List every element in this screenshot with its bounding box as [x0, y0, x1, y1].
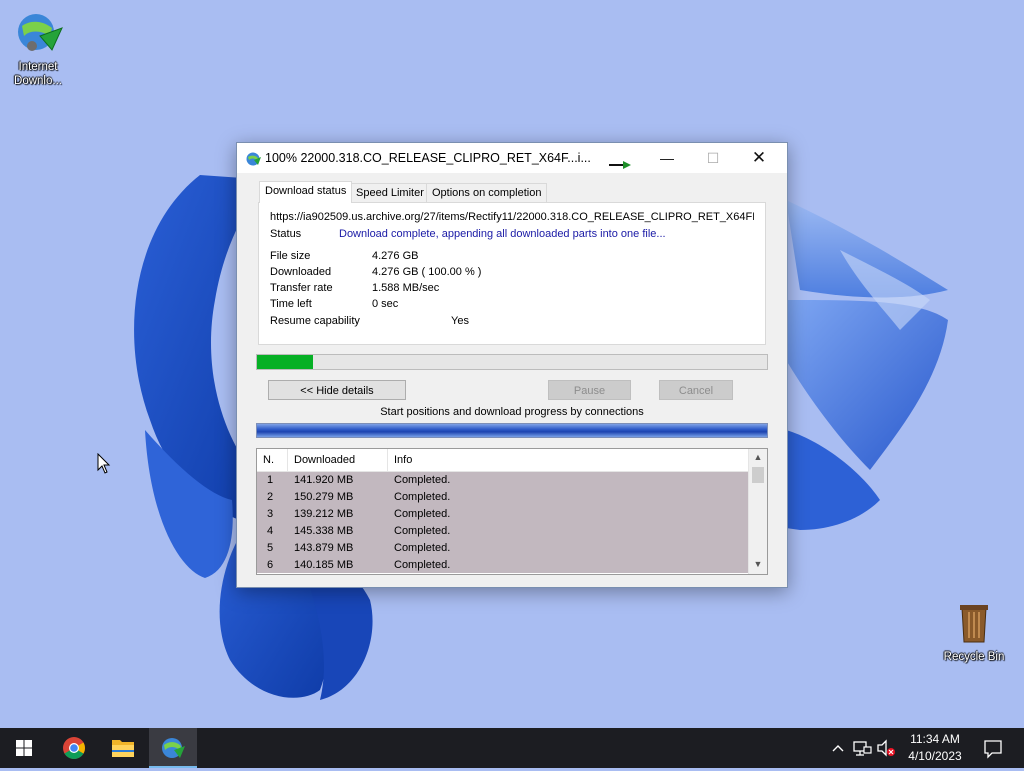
network-icon — [853, 741, 872, 756]
list-item[interactable]: 1 141.920 MB Completed. — [257, 472, 748, 489]
close-button[interactable]: ✕ — [736, 143, 782, 173]
download-status-panel: https://ia902509.us.archive.org/27/items… — [258, 202, 766, 345]
taskbar-file-explorer[interactable] — [99, 728, 147, 768]
taskbar-chrome[interactable] — [50, 728, 98, 768]
list-item-info: Completed. — [394, 525, 451, 537]
progress-fill — [257, 355, 314, 369]
list-item-number: 1 — [267, 474, 274, 486]
status-label: Status — [270, 228, 302, 240]
file-size-label: File size — [270, 250, 311, 262]
list-item-number: 5 — [267, 542, 274, 554]
desktop-icon-label: Downlo... — [14, 75, 62, 87]
list-item-downloaded: 140.185 MB — [294, 559, 354, 571]
list-item-number: 2 — [267, 491, 274, 503]
resume-capability-value: Yes — [451, 315, 469, 327]
list-item[interactable]: 2 150.279 MB Completed. — [257, 489, 748, 506]
taskbar-clock[interactable]: 11:34 AM 4/10/2023 — [900, 728, 970, 771]
resume-capability-label: Resume capability — [270, 315, 360, 327]
column-header-downloaded[interactable]: Downloaded — [288, 449, 388, 471]
show-hidden-icons-button[interactable] — [828, 728, 848, 768]
list-item[interactable]: 6 140.185 MB Completed. — [257, 557, 748, 574]
list-item-info: Completed. — [394, 542, 451, 554]
vertical-scrollbar[interactable]: ▲ ▼ — [748, 449, 767, 574]
list-item-info: Completed. — [394, 508, 451, 520]
windows-logo-icon — [16, 740, 32, 756]
cancel-button[interactable]: Cancel — [659, 380, 733, 400]
download-progress-window: 100% 22000.318.CO_RELEASE_CLIPRO_RET_X64… — [236, 142, 788, 588]
status-value: Download complete, appending all downloa… — [339, 228, 666, 240]
start-button[interactable] — [0, 728, 48, 768]
list-item-downloaded: 145.338 MB — [294, 525, 354, 537]
download-url: https://ia902509.us.archive.org/27/items… — [270, 211, 754, 223]
downloaded-label: Downloaded — [270, 266, 332, 278]
tab-options-on-completion[interactable]: Options on completion — [426, 183, 548, 203]
desktop-icon-label: Recycle Bin — [943, 651, 1005, 663]
scroll-down-icon[interactable]: ▼ — [749, 556, 767, 573]
scrollbar-thumb[interactable] — [752, 467, 764, 483]
list-item-info: Completed. — [394, 474, 451, 486]
desktop-icon-recycle-bin[interactable]: Recycle Bin — [938, 602, 1010, 664]
network-tray-button[interactable] — [851, 728, 873, 768]
connections-caption: Start positions and download progress by… — [380, 406, 644, 418]
list-item-downloaded: 141.920 MB — [294, 474, 354, 486]
list-item-number: 6 — [267, 559, 274, 571]
tab-download-status[interactable]: Download status — [259, 181, 353, 203]
transfer-rate-value: 1.588 MB/sec — [372, 282, 440, 294]
tab-speed-limiter[interactable]: Speed Limiter — [350, 183, 430, 203]
list-item[interactable]: 5 143.879 MB Completed. — [257, 540, 748, 557]
desktop-icon-idm[interactable]: Internet Downlo... — [2, 6, 74, 88]
window-title: 100% 22000.318.CO_RELEASE_CLIPRO_RET_X64… — [265, 151, 591, 165]
column-header-number[interactable]: N. — [257, 449, 288, 471]
list-item-info: Completed. — [394, 491, 451, 503]
connections-list[interactable]: N. Downloaded Info 1 141.920 MB Complete… — [256, 448, 768, 575]
idm-icon — [18, 14, 63, 51]
scroll-up-icon[interactable]: ▲ — [749, 449, 767, 466]
list-body: 1 141.920 MB Completed. 2 150.279 MB Com… — [257, 472, 748, 573]
title-bar[interactable]: 100% 22000.318.CO_RELEASE_CLIPRO_RET_X64… — [237, 143, 787, 173]
minimize-button[interactable]: — — [644, 143, 690, 173]
volume-muted-icon — [877, 739, 895, 757]
maximize-button[interactable]: ☐ — [690, 143, 736, 173]
clock-date: 4/10/2023 — [908, 749, 962, 763]
chevron-up-icon — [832, 745, 844, 752]
chrome-icon — [63, 737, 85, 759]
transfer-rate-label: Transfer rate — [270, 282, 333, 294]
download-progress-bar — [256, 354, 768, 370]
list-item-info: Completed. — [394, 559, 451, 571]
idm-icon — [246, 152, 261, 166]
downloaded-value: 4.276 GB ( 100.00 % ) — [372, 266, 482, 278]
file-explorer-icon — [112, 740, 134, 757]
list-item[interactable]: 4 145.338 MB Completed. — [257, 523, 748, 540]
time-left-label: Time left — [270, 298, 312, 310]
clock-time: 11:34 AM — [910, 732, 960, 746]
pause-button[interactable]: Pause — [548, 380, 631, 400]
file-size-value: 4.276 GB — [372, 250, 419, 262]
mouse-cursor-icon — [97, 453, 111, 474]
list-item-downloaded: 150.279 MB — [294, 491, 354, 503]
desktop-icon-label: Internet — [18, 61, 58, 73]
recycle-bin-icon — [960, 605, 988, 643]
hide-details-button[interactable]: << Hide details — [268, 380, 406, 400]
connections-progress-bar — [256, 423, 768, 438]
list-item-downloaded: 139.212 MB — [294, 508, 354, 520]
notifications-button[interactable] — [978, 728, 1008, 768]
arrow-icon — [609, 161, 631, 169]
volume-tray-button[interactable] — [875, 728, 897, 768]
column-header-info[interactable]: Info — [388, 449, 748, 471]
notification-icon — [984, 740, 1002, 759]
taskbar: 11:34 AM 4/10/2023 — [0, 728, 1024, 768]
list-item-downloaded: 143.879 MB — [294, 542, 354, 554]
taskbar-idm[interactable] — [149, 728, 197, 768]
list-item[interactable]: 3 139.212 MB Completed. — [257, 506, 748, 523]
list-header: N. Downloaded Info — [257, 449, 748, 472]
time-left-value: 0 sec — [372, 298, 399, 310]
idm-icon — [162, 738, 185, 758]
list-item-number: 3 — [267, 508, 274, 520]
list-item-number: 4 — [267, 525, 274, 537]
